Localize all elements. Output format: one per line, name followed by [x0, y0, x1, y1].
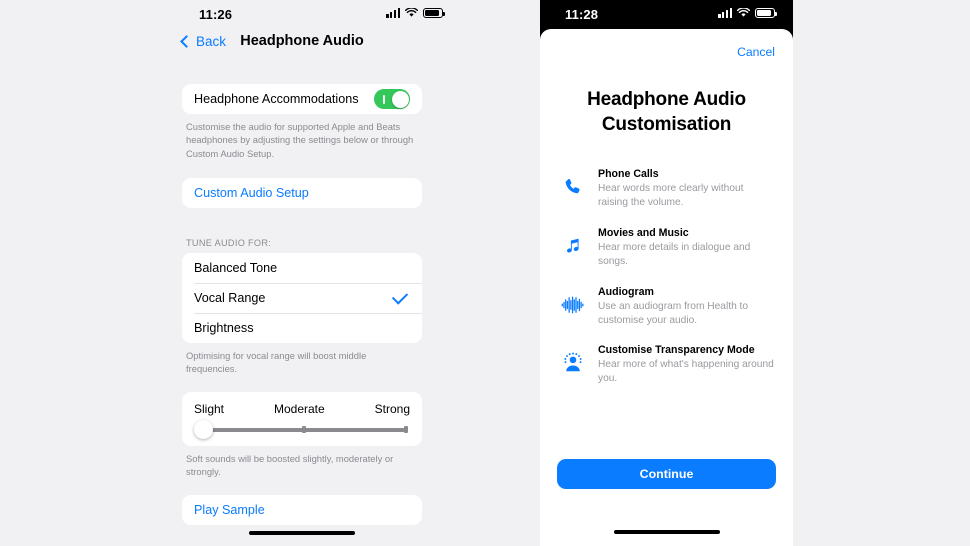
accommodations-toggle[interactable]	[374, 89, 410, 109]
slider-label-slight: Slight	[194, 401, 225, 416]
slider-tick-end	[404, 426, 408, 434]
feature-text-block: Movies and Music Hear more details in di…	[598, 227, 774, 269]
home-indicator	[613, 530, 720, 534]
battery-icon	[423, 8, 445, 18]
list-item-audiogram: Audiogram Use an audiogram from Health t…	[559, 286, 774, 328]
accommodations-footnote: Customise the audio for supported Apple …	[186, 121, 414, 159]
tune-audio-card: Balanced Tone Vocal Range Brightness	[182, 253, 422, 344]
right-phone-screen: 11:28 Cancel Headphone Audio Customisati…	[540, 0, 793, 546]
row-balanced-tone[interactable]: Balanced Tone	[182, 253, 422, 283]
sheet-content: Cancel Headphone Audio Customisation Pho…	[540, 29, 793, 546]
feature-text-block: Audiogram Use an audiogram from Health t…	[598, 286, 774, 328]
option-label-brightness: Brightness	[194, 321, 254, 336]
tune-audio-footnote: Optimising for vocal range will boost mi…	[186, 350, 367, 375]
home-indicator	[249, 531, 355, 535]
screenshot-stage: 11:26 Back Headphone Audio Headphone Acc…	[0, 0, 970, 546]
slider-footnote: Soft sounds will be boosted slightly, mo…	[186, 452, 394, 478]
wifi-icon	[737, 8, 750, 17]
slider-labels: Slight Moderate Strong	[194, 402, 410, 416]
custom-audio-setup-card: Custom Audio Setup	[182, 178, 422, 209]
wifi-icon	[405, 8, 418, 17]
row-custom-audio-setup[interactable]: Custom Audio Setup	[182, 178, 422, 208]
strength-slider-track[interactable]	[194, 419, 408, 439]
left-nav-bar: Back Headphone Audio	[143, 30, 461, 60]
feature-text-block: Phone Calls Hear words more clearly with…	[598, 168, 774, 210]
tune-audio-header: TUNE AUDIO FOR:	[186, 238, 272, 249]
option-label-vocal-range: Vocal Range	[194, 291, 266, 306]
battery-icon	[755, 8, 777, 18]
status-bar-icons	[718, 8, 777, 18]
toggle-on-bar-icon	[383, 94, 385, 104]
row-vocal-range[interactable]: Vocal Range	[182, 283, 422, 313]
slider-label-strong: Strong	[374, 401, 410, 416]
option-label-balanced-tone: Balanced Tone	[194, 261, 278, 276]
row-play-sample[interactable]: Play Sample	[182, 495, 422, 525]
feature-title: Phone Calls	[598, 168, 659, 181]
left-status-bar: 11:26	[143, 0, 461, 30]
feature-title: Audiogram	[598, 285, 654, 298]
row-headphone-accommodations[interactable]: Headphone Accommodations	[182, 84, 422, 114]
feature-list: Phone Calls Hear words more clearly with…	[559, 168, 774, 386]
custom-audio-setup-label: Custom Audio Setup	[194, 186, 309, 201]
cancel-button[interactable]: Cancel	[737, 45, 775, 59]
music-note-icon	[559, 232, 587, 260]
checkmark-icon	[391, 288, 409, 305]
slider-tick-middle	[302, 426, 306, 434]
feature-description: Hear more of what's happening around you…	[598, 359, 774, 385]
feature-description: Hear more details in dialogue and songs.	[598, 241, 751, 267]
right-status-bar: 11:28	[540, 0, 793, 30]
signal-bars-icon	[718, 8, 732, 18]
phone-icon	[559, 173, 587, 201]
customisation-modal-sheet: Cancel Headphone Audio Customisation Pho…	[540, 29, 793, 546]
list-item-transparency-mode: Customise Transparency Mode Hear more of…	[559, 344, 774, 386]
left-settings-body: Headphone Accommodations Customise the a…	[143, 84, 461, 546]
transparency-person-icon	[559, 349, 587, 377]
status-bar-time: 11:28	[565, 7, 599, 22]
list-item-phone-calls: Phone Calls Hear words more clearly with…	[559, 168, 774, 210]
feature-description: Use an audiogram from Health to customis…	[598, 300, 749, 326]
feature-title: Movies and Music	[598, 226, 689, 239]
slider-thumb[interactable]	[194, 419, 213, 439]
toggle-knob	[391, 90, 409, 108]
accommodations-card: Headphone Accommodations	[182, 84, 422, 114]
play-sample-card: Play Sample	[182, 495, 422, 526]
list-item-movies-and-music: Movies and Music Hear more details in di…	[559, 227, 774, 269]
strength-slider-card: Slight Moderate Strong	[182, 391, 422, 446]
signal-bars-icon	[386, 8, 400, 18]
left-phone-screen: 11:26 Back Headphone Audio Headphone Acc…	[143, 0, 461, 546]
status-bar-time: 11:26	[199, 7, 233, 22]
status-bar-icons	[386, 8, 445, 18]
feature-title: Customise Transparency Mode	[598, 344, 755, 357]
accommodations-label: Headphone Accommodations	[194, 92, 359, 106]
continue-button[interactable]: Continue	[557, 459, 776, 489]
audiogram-waveform-icon	[559, 291, 587, 319]
slider-label-moderate: Moderate	[273, 401, 325, 416]
play-sample-label: Play Sample	[194, 503, 265, 518]
row-brightness[interactable]: Brightness	[182, 313, 422, 343]
feature-text-block: Customise Transparency Mode Hear more of…	[598, 344, 774, 386]
page-title: Headphone Audio	[240, 33, 364, 49]
feature-description: Hear words more clearly without raising …	[598, 183, 744, 209]
